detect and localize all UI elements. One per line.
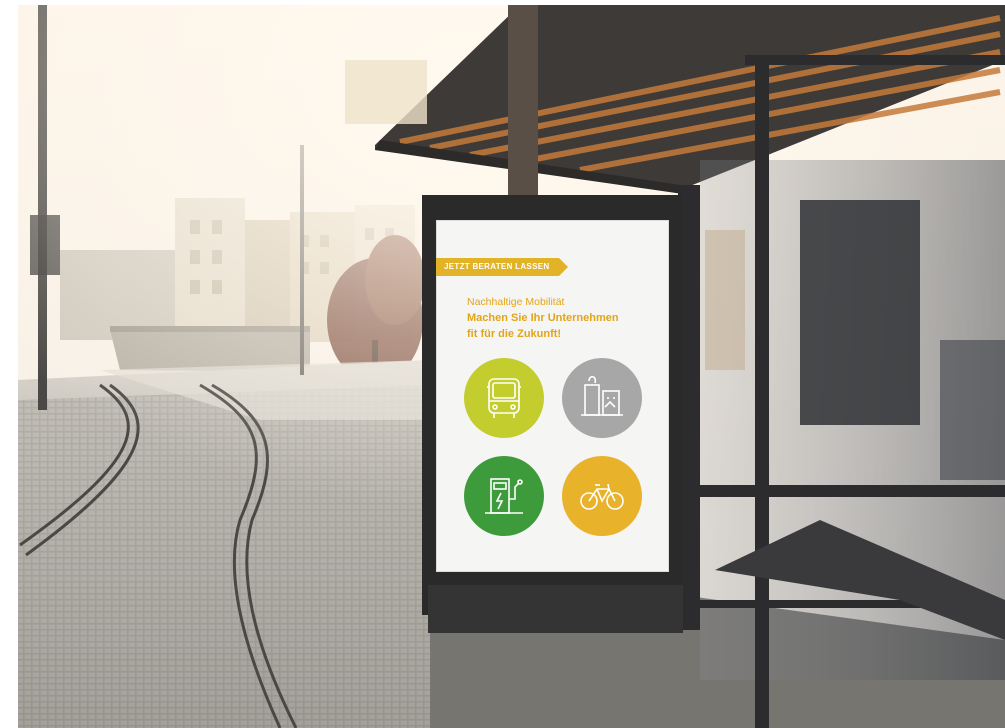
headline-line-2: fit für die Zukunft! <box>467 328 562 340</box>
headline-line-1: Machen Sie Ihr Unternehmen <box>467 312 619 324</box>
bicycle-icon <box>562 456 642 536</box>
city-buildings-icon <box>562 358 642 438</box>
bus-stop-scene: JETZT BERATEN LASSEN Nachhaltige Mobilit… <box>0 0 1005 728</box>
poster-headline: Machen Sie Ihr Unternehmen fit für die Z… <box>467 310 657 342</box>
consultation-tag: JETZT BERATEN LASSEN <box>436 258 569 276</box>
bus-icon <box>464 358 544 438</box>
ev-charging-station-icon <box>464 456 544 536</box>
advertising-poster: JETZT BERATEN LASSEN Nachhaltige Mobilit… <box>436 220 669 572</box>
poster-subtitle: Nachhaltige Mobilität <box>467 296 565 308</box>
